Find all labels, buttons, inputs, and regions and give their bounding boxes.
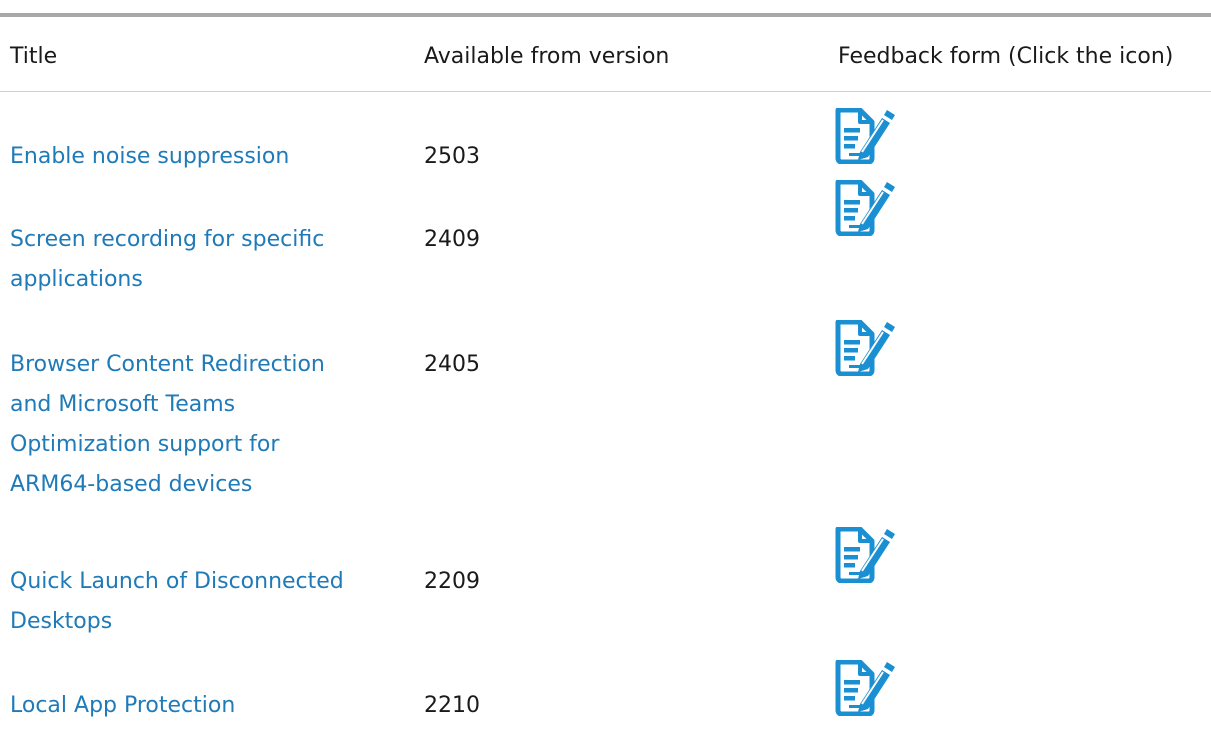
feature-title-line: Desktops bbox=[10, 609, 113, 634]
feature-version: 2405 bbox=[424, 352, 480, 377]
feature-link-screen-recording[interactable]: Screen recording for specific applicatio… bbox=[10, 220, 390, 300]
header-divider bbox=[0, 91, 1211, 92]
feature-link-bcr-teams-arm64[interactable]: Browser Content Redirection and Microsof… bbox=[10, 345, 390, 505]
feature-link-local-app-protection[interactable]: Local App Protection bbox=[10, 686, 390, 726]
feedback-form-icon[interactable] bbox=[834, 108, 914, 164]
feature-title-line: Screen recording for specific bbox=[10, 227, 325, 252]
document-pencil-icon bbox=[835, 320, 895, 376]
feature-title-line: Browser Content Redirection bbox=[10, 352, 325, 377]
feature-version: 2409 bbox=[424, 227, 480, 252]
header-feedback: Feedback form (Click the icon) bbox=[838, 44, 1174, 69]
feature-version: 2210 bbox=[424, 693, 480, 718]
feature-title-line: and Microsoft Teams bbox=[10, 392, 236, 417]
feature-title-line: ARM64-based devices bbox=[10, 472, 253, 497]
document-pencil-icon bbox=[835, 527, 895, 583]
header-version: Available from version bbox=[424, 44, 670, 69]
feature-title-line: applications bbox=[10, 267, 143, 292]
table-header-row: Title Available from version Feedback fo… bbox=[0, 40, 1211, 90]
feature-link-noise-suppression[interactable]: Enable noise suppression bbox=[10, 137, 390, 177]
feature-link-quick-launch[interactable]: Quick Launch of Disconnected Desktops bbox=[10, 562, 390, 642]
feedback-form-icon[interactable] bbox=[834, 660, 914, 716]
feature-table: Title Available from version Feedback fo… bbox=[0, 0, 1211, 733]
document-pencil-icon bbox=[835, 660, 895, 716]
feature-version: 2503 bbox=[424, 144, 480, 169]
feedback-form-icon[interactable] bbox=[834, 320, 914, 376]
feature-title-line: Enable noise suppression bbox=[10, 144, 290, 169]
header-title: Title bbox=[10, 44, 58, 69]
feature-title-line: Optimization support for bbox=[10, 432, 280, 457]
feedback-form-icon[interactable] bbox=[834, 180, 914, 236]
feature-version: 2209 bbox=[424, 569, 480, 594]
feature-title-line: Quick Launch of Disconnected bbox=[10, 569, 344, 594]
feature-title-line: Local App Protection bbox=[10, 693, 236, 718]
feedback-form-icon[interactable] bbox=[834, 527, 914, 583]
document-pencil-icon bbox=[835, 180, 895, 236]
document-pencil-icon bbox=[835, 108, 895, 164]
